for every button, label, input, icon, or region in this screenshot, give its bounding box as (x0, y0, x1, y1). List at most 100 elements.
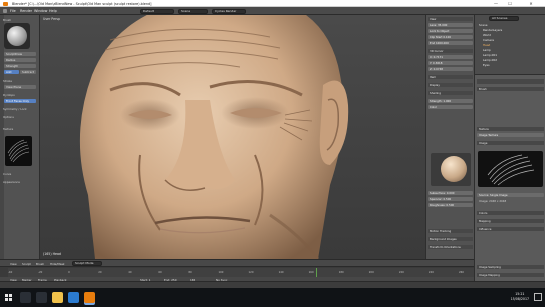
image-sampling-header[interactable]: Image Sampling (477, 265, 544, 269)
info-header: File Render Window Help Default Scene Cy… (0, 7, 545, 15)
lock-object-field[interactable]: Lock to Object (428, 29, 473, 33)
3d-viewport[interactable]: User Persp (165) Head (40, 15, 425, 259)
roughness-field[interactable]: Roughness: 0.500 (428, 203, 473, 207)
menu-view[interactable]: View (10, 262, 17, 266)
preview-panel-header[interactable]: Image (477, 141, 544, 145)
windows-start-icon[interactable] (5, 294, 12, 301)
blender-taskbar-icon[interactable] (84, 292, 95, 303)
outliner-item[interactable]: Eyes (483, 63, 490, 67)
appearance-panel-header[interactable]: Appearance (3, 180, 20, 184)
menu-file[interactable]: File (10, 9, 16, 13)
outliner-item[interactable]: Scene (479, 23, 488, 27)
search-icon[interactable] (20, 292, 31, 303)
front-faces-toggle[interactable]: Front Faces Only (4, 99, 36, 103)
clip-start-field[interactable]: Clip Start 0.100 (428, 35, 473, 39)
background-images-header[interactable]: Background Images (428, 237, 473, 241)
timeline-tick-label: 40 (128, 271, 132, 274)
timeline-tick-label: 180 (338, 271, 344, 274)
outliner-item[interactable]: World (483, 33, 491, 37)
subsurface-field[interactable]: Subsurface: 0.000 (428, 191, 473, 195)
3d-cursor-panel-header[interactable]: 3D Cursor (428, 49, 473, 53)
taskbar-clock[interactable]: 15:21 15/08/2017 (511, 292, 529, 301)
stroke-method-select[interactable]: View Plane (4, 85, 36, 89)
symmetry-panel-header[interactable]: Symmetry / Lock (3, 107, 27, 111)
specular-field[interactable]: Specular: 0.500 (428, 197, 473, 201)
view-panel-header[interactable]: View (428, 17, 473, 21)
minimize-button[interactable]: — (489, 0, 503, 7)
matcap-preview[interactable] (431, 153, 471, 186)
texture-preview[interactable] (5, 136, 32, 166)
item-panel-header[interactable]: Item (428, 75, 473, 79)
notifications-icon[interactable] (534, 293, 542, 301)
close-button[interactable]: ✕ (517, 0, 545, 7)
timeline-tick-label: 20 (98, 271, 102, 274)
sculpt-head-render[interactable] (40, 15, 425, 259)
transform-orientations-header[interactable]: Transform Orientations (428, 245, 473, 249)
layout-selector[interactable]: Default (140, 8, 174, 14)
clock-date: 15/08/2017 (510, 296, 529, 301)
cursor-z-field[interactable]: Z: 0.0748 (428, 67, 473, 71)
display-panel-header[interactable]: Display (428, 83, 473, 87)
image-source-field[interactable]: Source: Single Image (477, 193, 544, 197)
texture-type-field[interactable]: Image Texture (477, 133, 544, 137)
curve-panel-header[interactable]: Curve (3, 172, 11, 176)
maximize-button[interactable]: ☐ (503, 0, 517, 7)
texture-panel-header[interactable]: Texture (3, 127, 13, 131)
menu-brush[interactable]: Brush (36, 262, 44, 266)
lens-field[interactable]: Lens: 35.000 (428, 23, 473, 27)
render-engine-selector[interactable]: Cycles Render (212, 8, 246, 14)
subtract-button[interactable]: Subtract (20, 70, 36, 74)
shader-strength-field[interactable]: Strength: 1.000 (428, 99, 473, 103)
influence-panel-header[interactable]: Influence (477, 227, 544, 231)
timeline-tick-label: -40 (8, 271, 13, 274)
menu-hide-mask[interactable]: Hide/Mask (50, 262, 65, 266)
editor-type-icon[interactable] (3, 9, 7, 13)
cursor-y-field[interactable]: Y: 0.3618 (428, 61, 473, 65)
colors-panel-header[interactable]: Colors (477, 211, 544, 215)
menu-sculpt[interactable]: Sculpt (22, 262, 31, 266)
task-view-icon[interactable] (36, 292, 47, 303)
properties-region: View Lens: 35.000 Lock to Object Clip St… (425, 15, 474, 259)
timeline[interactable]: -40 -20 0 20 40 60 80 100 120 140 160 180 200 220 240 2… (0, 266, 474, 282)
brush-panel-header[interactable]: Brush (3, 18, 11, 22)
timeline-ruler[interactable]: -40 -20 0 20 40 60 80 100 120 140 160 180 200 220 240 2… (8, 268, 474, 278)
brush-name-field[interactable]: SculptDraw (4, 52, 36, 56)
cursor-x-field[interactable]: X: 0.7171 (428, 55, 473, 59)
outliner-item[interactable]: Lamp.002 (483, 58, 497, 62)
options-panel-header[interactable]: Options (3, 115, 14, 119)
outliner-item[interactable]: Lamp.001 (483, 53, 497, 57)
image-texture-preview[interactable] (478, 151, 543, 187)
outliner-item-active[interactable]: Head (483, 43, 490, 47)
scene-selector[interactable]: Scene (178, 8, 208, 14)
brush-preview[interactable] (4, 23, 30, 49)
outliner-item[interactable]: Lamp (483, 48, 491, 52)
stroke-panel-header[interactable]: Stroke (3, 79, 12, 83)
browser-icon[interactable] (68, 292, 79, 303)
motion-tracking-header[interactable]: Motion Tracking (428, 229, 473, 233)
menu-render[interactable]: Render (20, 9, 32, 13)
timeline-tick-label: 160 (308, 271, 314, 274)
shader-color-field[interactable]: Color (428, 105, 473, 109)
texture-strokes-icon (7, 139, 30, 163)
outliner-item[interactable]: RenderLayers (483, 28, 502, 32)
file-explorer-icon[interactable] (52, 292, 63, 303)
outliner-item[interactable]: Camera (483, 38, 494, 42)
add-button[interactable]: Add (4, 70, 19, 74)
brush-context-header[interactable]: Brush (477, 87, 544, 91)
mapping-panel-header[interactable]: Mapping (477, 219, 544, 223)
clip-end-field[interactable]: End 1000.000 (428, 41, 473, 45)
menu-help[interactable]: Help (49, 9, 57, 13)
menu-window[interactable]: Window (34, 9, 47, 13)
radius-slider[interactable]: Radius (4, 58, 36, 62)
properties-tabs[interactable] (477, 79, 544, 84)
title-bar: Blender* [C:\...\Old Man\zBlendNew - Scu… (0, 0, 545, 7)
timeline-tick-label: 0 (68, 271, 70, 274)
timeline-tick-label: 80 (188, 271, 192, 274)
strength-slider[interactable]: Strength (4, 64, 36, 68)
image-mapping-header[interactable]: Image Mapping (477, 273, 544, 277)
shading-panel-header[interactable]: Shading (428, 91, 473, 95)
active-object-label: (165) Head (43, 252, 61, 256)
outliner-display-mode[interactable]: All Scenes (489, 16, 519, 21)
dyntopo-panel-header[interactable]: Dyntopo (3, 93, 15, 97)
texture-tab-header[interactable]: Texture (477, 127, 544, 131)
